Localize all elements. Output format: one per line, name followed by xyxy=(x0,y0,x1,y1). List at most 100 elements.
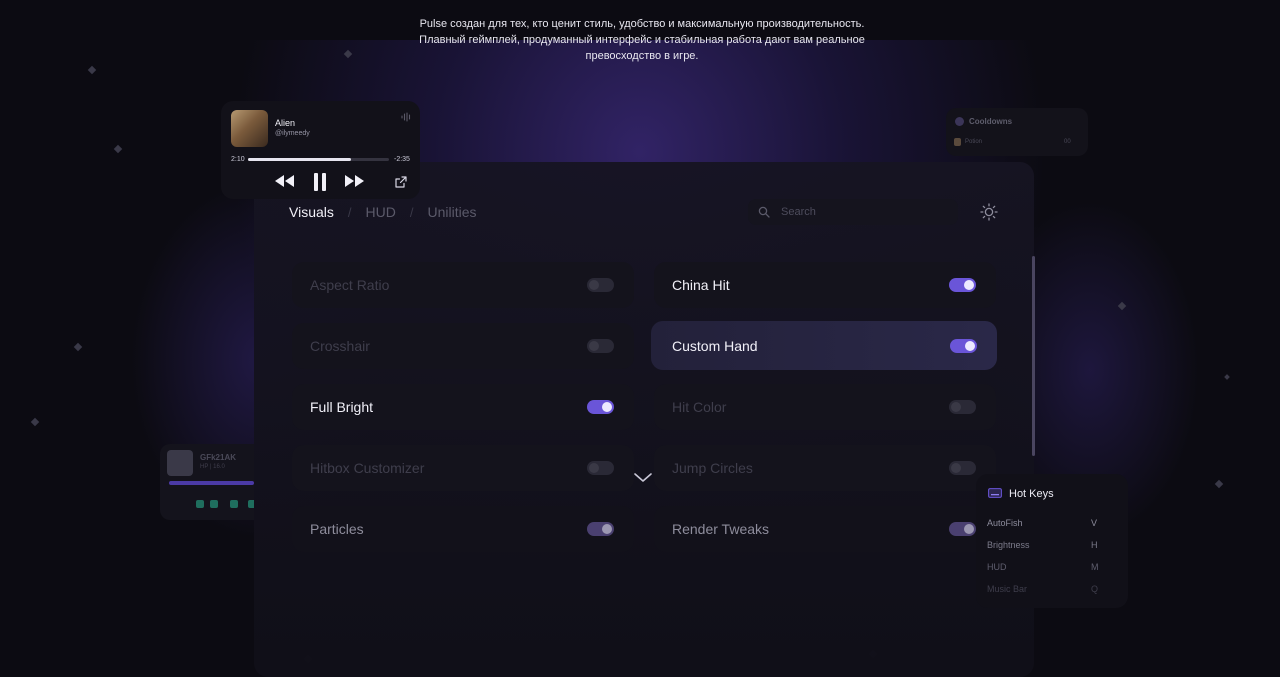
cooldowns-title: Cooldowns xyxy=(969,117,1013,126)
module-toggle[interactable] xyxy=(587,278,614,292)
tab-hud[interactable]: HUD xyxy=(366,204,396,220)
module-hitbox-customizer[interactable]: Hitbox Customizer xyxy=(292,445,634,491)
toggle-knob xyxy=(951,402,961,412)
toggle-knob xyxy=(602,402,612,412)
cooldown-item-name: Potion xyxy=(965,139,983,145)
pause-icon[interactable] xyxy=(312,173,328,191)
hotkey-name: HUD xyxy=(987,562,1007,572)
module-label: Full Bright xyxy=(310,399,374,415)
armor-icon xyxy=(230,500,238,508)
toggle-knob xyxy=(602,524,612,534)
target-avatar xyxy=(167,450,193,476)
toggle-knob xyxy=(965,340,975,351)
track-title: Alien xyxy=(275,118,296,128)
module-toggle[interactable] xyxy=(949,278,976,292)
hotkey-key: H xyxy=(1091,540,1098,550)
module-full-bright[interactable]: Full Bright xyxy=(292,384,634,430)
toggle-knob xyxy=(951,463,961,473)
particle-dot xyxy=(343,49,353,59)
particle-dot xyxy=(30,417,40,427)
module-toggle[interactable] xyxy=(949,461,976,475)
particle-dot xyxy=(73,342,83,352)
hotkey-name: Music Bar xyxy=(987,584,1028,594)
particle-dot xyxy=(87,65,97,75)
search-icon xyxy=(758,206,770,218)
module-toggle[interactable] xyxy=(587,461,614,475)
playback-progress-fill xyxy=(248,158,351,161)
module-aspect-ratio[interactable]: Aspect Ratio xyxy=(292,262,634,308)
toggle-knob xyxy=(589,463,599,473)
hotkey-name: AutoFish xyxy=(987,518,1023,528)
search-box[interactable] xyxy=(748,199,958,225)
module-label: Hitbox Customizer xyxy=(310,460,425,476)
tab-unilities[interactable]: Unilities xyxy=(427,204,476,220)
module-toggle[interactable] xyxy=(949,522,976,536)
tab-separator: / xyxy=(347,204,352,220)
time-elapsed: 2:10 xyxy=(231,156,245,163)
playback-progress-bar[interactable] xyxy=(248,158,389,161)
toggle-knob xyxy=(964,280,974,290)
tagline: Pulse создан для тех, кто ценит стиль, у… xyxy=(380,16,904,64)
theme-toggle-sun-icon[interactable] xyxy=(980,203,998,221)
module-label: Hit Color xyxy=(672,399,727,415)
search-input[interactable] xyxy=(779,205,943,219)
module-render-tweaks[interactable]: Render Tweaks xyxy=(654,506,996,552)
cooldowns-icon xyxy=(955,117,964,126)
album-cover xyxy=(231,110,268,147)
module-custom-hand[interactable]: Custom Hand xyxy=(651,321,997,370)
music-player-widget: Alien @ilymeedy 2:10 -2:35 xyxy=(221,101,420,199)
keyboard-icon xyxy=(988,488,1002,498)
tab-visuals[interactable]: Visuals xyxy=(289,204,334,220)
hotkey-name: Brightness xyxy=(987,540,1030,550)
potion-icon xyxy=(954,138,961,146)
toggle-knob xyxy=(964,524,974,534)
module-crosshair[interactable]: Crosshair xyxy=(292,323,634,369)
chevron-down-icon[interactable] xyxy=(632,470,654,484)
module-toggle[interactable] xyxy=(587,339,614,353)
toggle-knob xyxy=(589,341,599,351)
target-name: GFk21AK xyxy=(200,453,237,462)
particle-dot xyxy=(1224,374,1230,380)
hotkey-key: M xyxy=(1091,562,1099,572)
target-stats: HP | 16.0 xyxy=(200,464,225,470)
target-hud-widget[interactable]: GFk21AK HP | 16.0 xyxy=(160,444,254,520)
module-toggle[interactable] xyxy=(949,400,976,414)
fast-forward-icon[interactable] xyxy=(343,173,367,189)
track-artist: @ilymeedy xyxy=(275,130,310,137)
module-label: China Hit xyxy=(672,277,730,293)
module-jump-circles[interactable]: Jump Circles xyxy=(654,445,996,491)
target-health-bar xyxy=(169,481,254,485)
cooldowns-widget: Cooldowns Potion 00 xyxy=(946,108,1088,156)
armor-icon xyxy=(196,500,204,508)
scrollbar[interactable] xyxy=(1032,256,1035,456)
time-remaining: -2:35 xyxy=(394,156,410,163)
tab-separator: / xyxy=(409,204,414,220)
module-toggle[interactable] xyxy=(587,400,614,414)
module-label: Render Tweaks xyxy=(672,521,770,537)
category-tabs: Visuals / HUD / Unilities xyxy=(289,204,477,220)
particle-dot xyxy=(113,144,123,154)
module-toggle[interactable] xyxy=(950,338,977,353)
waveform-icon xyxy=(401,112,411,122)
hotkey-key: V xyxy=(1091,518,1098,528)
tagline-line-1: Pulse создан для тех, кто ценит стиль, у… xyxy=(419,18,865,30)
particle-dot xyxy=(1214,479,1224,489)
hotkeys-title: Hot Keys xyxy=(1009,488,1054,500)
tagline-line-3: превосходство в игре. xyxy=(585,50,699,62)
module-label: Jump Circles xyxy=(672,460,753,476)
module-particles[interactable]: Particles xyxy=(292,506,634,552)
module-toggle[interactable] xyxy=(587,522,614,536)
armor-icon xyxy=(210,500,218,508)
tagline-line-2: Плавный геймплей, продуманный интерфейс … xyxy=(419,34,865,46)
module-label: Custom Hand xyxy=(672,337,758,354)
module-label: Crosshair xyxy=(310,338,370,354)
module-china-hit[interactable]: China Hit xyxy=(654,262,996,308)
hotkey-key: Q xyxy=(1091,584,1099,594)
cooldown-item-time: 00 xyxy=(1064,139,1071,145)
module-label: Aspect Ratio xyxy=(310,277,390,293)
open-external-icon[interactable] xyxy=(395,176,407,188)
rewind-icon[interactable] xyxy=(273,173,297,189)
hotkeys-widget: Hot Keys AutoFish V Brightness H HUD M M… xyxy=(976,474,1128,608)
module-hit-color[interactable]: Hit Color xyxy=(654,384,996,430)
toggle-knob xyxy=(589,280,599,290)
